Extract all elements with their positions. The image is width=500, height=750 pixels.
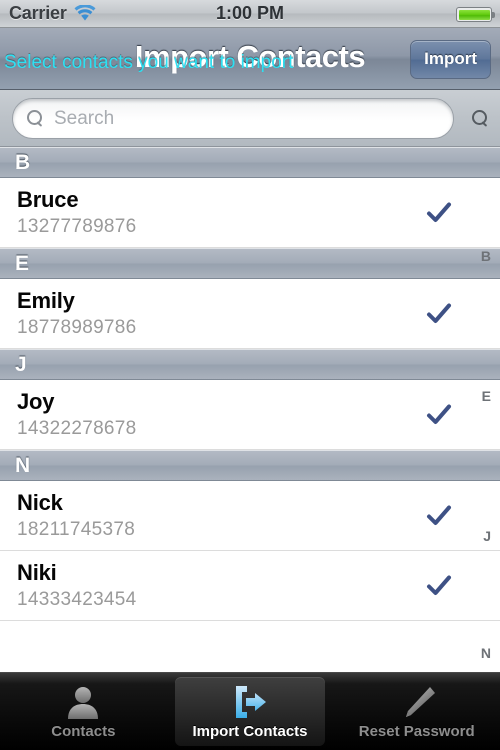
checkmark-icon[interactable] bbox=[426, 402, 452, 428]
section-header: E bbox=[0, 248, 500, 279]
import-button[interactable]: Import bbox=[410, 40, 491, 79]
search-bar: Search bbox=[0, 90, 500, 147]
checkmark-icon[interactable] bbox=[426, 301, 452, 327]
tab-import-contacts[interactable]: Import Contacts bbox=[167, 673, 334, 750]
pencil-icon bbox=[397, 684, 437, 720]
person-icon bbox=[63, 684, 103, 720]
battery-full-icon bbox=[456, 7, 495, 22]
tab-label: Contacts bbox=[51, 722, 116, 740]
index-letter[interactable]: J bbox=[483, 528, 491, 544]
checkmark-icon[interactable] bbox=[426, 503, 452, 529]
section-header-letter: J bbox=[15, 352, 27, 376]
contact-row[interactable]: Bruce 13277789876 bbox=[0, 178, 500, 248]
tab-label: Reset Password bbox=[358, 722, 475, 740]
section-header: N bbox=[0, 450, 500, 481]
contact-row[interactable]: Nick 18211745378 bbox=[0, 481, 500, 551]
status-bar: Carrier 1:00 PM bbox=[0, 0, 500, 28]
section-header-letter: E bbox=[15, 251, 30, 275]
tab-bar: Contacts Import Contacts Reset Password bbox=[0, 672, 500, 750]
index-letter[interactable]: E bbox=[482, 388, 491, 404]
search-icon-right[interactable] bbox=[472, 110, 489, 127]
tab-reset-password[interactable]: Reset Password bbox=[333, 673, 500, 750]
section-header: J bbox=[0, 349, 500, 380]
contact-row[interactable]: Emily 18778989786 bbox=[0, 279, 500, 349]
section-header-letter: N bbox=[15, 453, 31, 477]
index-letter[interactable]: B bbox=[481, 248, 491, 264]
tab-label: Import Contacts bbox=[192, 722, 308, 740]
section-index-bar[interactable]: B E J N bbox=[470, 147, 500, 672]
search-icon bbox=[27, 110, 44, 127]
clock-label: 1:00 PM bbox=[215, 3, 285, 23]
checkmark-icon[interactable] bbox=[426, 573, 452, 599]
iphone-screen: Carrier 1:00 PM Import Contacts Import S… bbox=[0, 0, 500, 750]
checkmark-icon[interactable] bbox=[426, 200, 452, 226]
contact-row[interactable]: Niki 14333423454 bbox=[0, 551, 500, 621]
contact-row[interactable]: Joy 14322278678 bbox=[0, 380, 500, 450]
section-header: B bbox=[0, 147, 500, 178]
index-letter[interactable]: N bbox=[481, 645, 491, 661]
tab-contacts[interactable]: Contacts bbox=[0, 673, 167, 750]
search-placeholder: Search bbox=[54, 107, 115, 129]
section-header-letter: B bbox=[15, 150, 31, 174]
contacts-list[interactable]: B Bruce 13277789876 E Emily 18778989786 J Joy 14… bbox=[0, 147, 500, 672]
import-arrow-icon bbox=[230, 684, 270, 720]
search-input[interactable]: Search bbox=[12, 98, 454, 139]
subtitle-label: Select contacts you want to import bbox=[4, 52, 294, 73]
